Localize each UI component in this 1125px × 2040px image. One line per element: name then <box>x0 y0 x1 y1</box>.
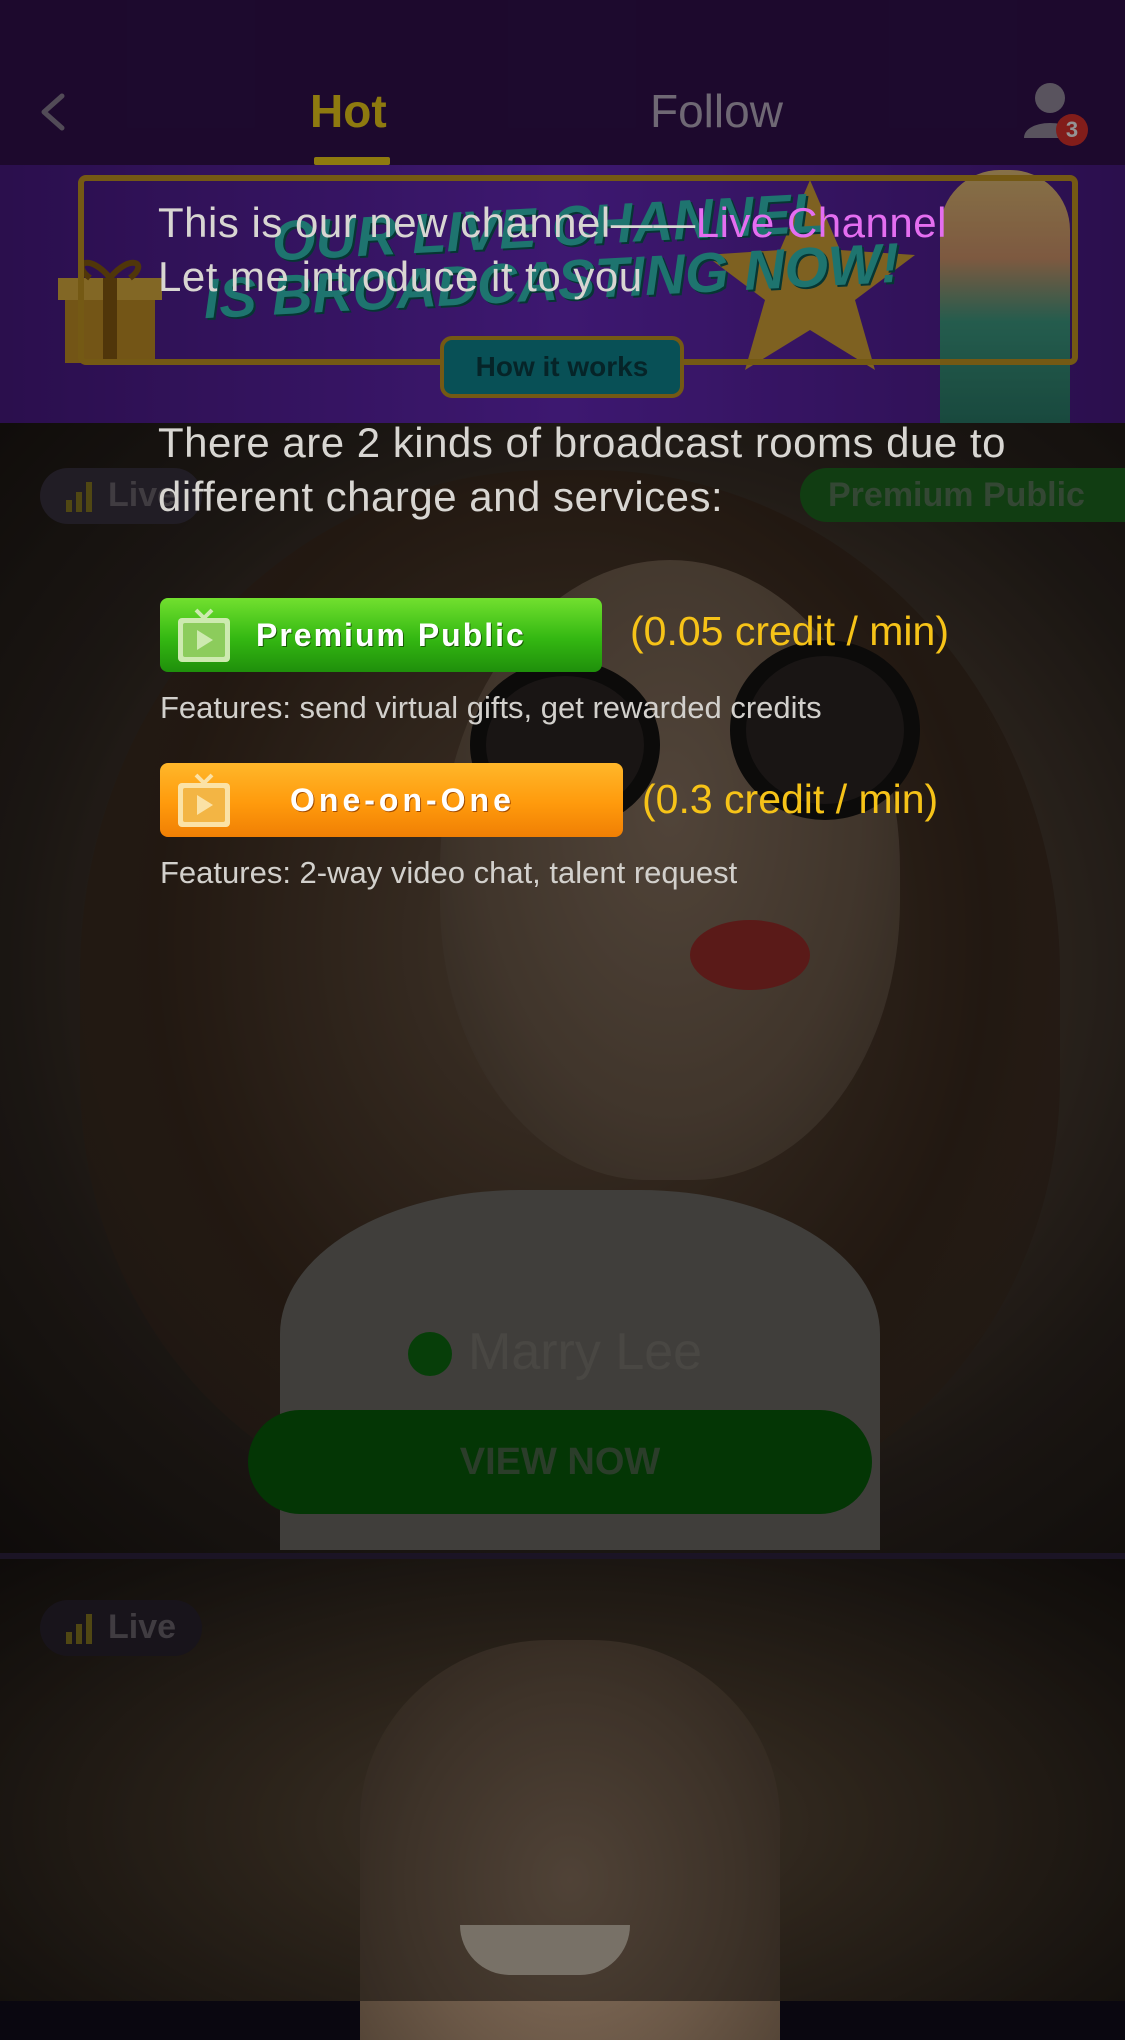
one-on-one-price: (0.3 credit / min) <box>642 776 939 822</box>
tv-play-icon <box>178 608 230 662</box>
one-on-one-features: Features: 2-way video chat, talent reque… <box>160 855 738 890</box>
intro-paragraph: There are 2 kinds of broadcast rooms due… <box>158 419 1006 520</box>
tv-play-icon <box>178 773 230 827</box>
one-on-one-badge: One-on-One <box>160 763 623 837</box>
intro-title: This is our new channel——Live Channel <box>158 196 947 250</box>
premium-public-label: Premium Public <box>256 617 526 653</box>
live-channel-highlight: Live Channel <box>695 199 947 246</box>
one-on-one-label: One-on-One <box>290 782 515 818</box>
premium-public-features: Features: send virtual gifts, get reward… <box>160 690 822 725</box>
intro-subtitle: Let me introduce it to you <box>158 253 643 300</box>
intro-title-prefix: This is our new channel—— <box>158 199 696 246</box>
premium-public-price: (0.05 credit / min) <box>630 608 949 654</box>
premium-public-badge: Premium Public <box>160 598 602 672</box>
